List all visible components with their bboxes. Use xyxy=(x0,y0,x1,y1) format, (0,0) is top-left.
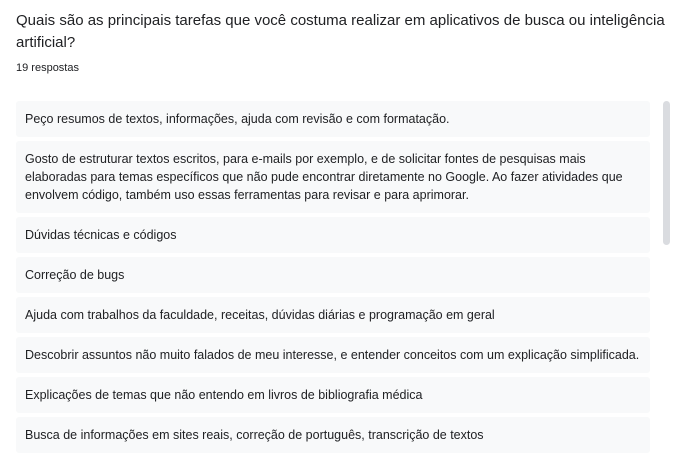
response-count: 19 respostas xyxy=(16,62,79,74)
response-item: Descobrir assuntos não muito falados de … xyxy=(16,337,650,373)
response-list-scrollbar[interactable] xyxy=(663,101,671,475)
question-title: Quais são as principais tarefas que você… xyxy=(16,12,665,51)
response-item: Busca de informações em sites reais, cor… xyxy=(16,417,650,453)
response-item: Correção de bugs xyxy=(16,257,650,293)
response-item: Gosto de estruturar textos escritos, par… xyxy=(16,141,650,213)
response-list: Peço resumos de textos, informações, aju… xyxy=(16,101,650,475)
scrollbar-thumb[interactable] xyxy=(663,101,670,245)
response-item: Dúvidas técnicas e códigos xyxy=(16,217,650,253)
response-item: Ajuda com trabalhos da faculdade, receit… xyxy=(16,297,650,333)
response-item: Explicações de temas que não entendo em … xyxy=(16,377,650,413)
response-item: Peço resumos de textos, informações, aju… xyxy=(16,101,650,137)
